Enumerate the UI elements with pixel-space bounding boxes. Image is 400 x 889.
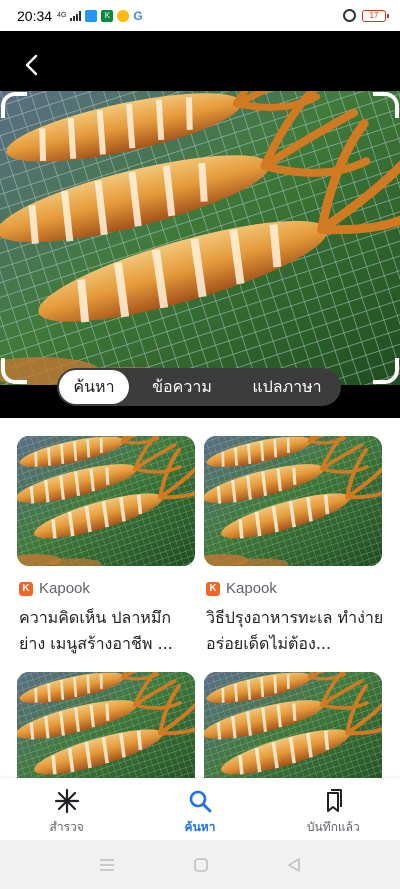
home-icon[interactable] (193, 857, 209, 873)
app-notification-icon (85, 9, 98, 22)
network-type: 4G (57, 12, 67, 19)
nav-label: บันทึกแล้ว (306, 820, 360, 834)
battery-icon: 17 (362, 9, 389, 22)
nav-label: ค้นหา (184, 820, 216, 834)
search-icon (189, 790, 212, 813)
menu-icon[interactable] (98, 858, 116, 872)
chrome-icon (117, 9, 130, 22)
nav-saved[interactable]: บันทึกแล้ว (267, 778, 400, 840)
status-time: 20:34 (17, 7, 53, 24)
back-button[interactable] (14, 47, 50, 83)
system-nav-bar (0, 840, 400, 889)
lens-mode-tabs: ค้นหา ข้อความ แปลภาษา (57, 368, 341, 406)
battery-level: 17 (369, 11, 379, 20)
result-thumbnail[interactable] (17, 672, 195, 778)
status-bar: 20:34 4G K G 17 (0, 0, 400, 31)
tab-text[interactable]: ข้อความ (129, 370, 235, 404)
kapook-logo-icon: K (206, 581, 220, 596)
signal-icon (70, 10, 82, 21)
source-name: Kapook (39, 580, 90, 597)
bookmarks-icon (327, 789, 343, 812)
results-grid: K Kapook ความคิดเห็น ปลาหมึกย่าง เมนูสร้… (0, 418, 400, 778)
result-title[interactable]: วิธีปรุงอาหารทะเล ทำง่ายอร่อยเด็ดไม่ต้อง… (206, 605, 384, 657)
result-card[interactable]: K Kapook ความคิดเห็น ปลาหมึกย่าง เมนูสร้… (17, 436, 197, 657)
result-card[interactable]: K Kapook วิธีปรุงอาหารทะเล ทำง่ายอร่อยเด… (204, 436, 384, 657)
crop-handle-top-left[interactable] (1, 92, 27, 118)
kapook-logo-icon: K (19, 581, 33, 596)
nav-search[interactable]: ค้นหา (133, 778, 266, 840)
result-source: K Kapook (206, 580, 384, 597)
result-thumbnail[interactable] (17, 436, 195, 566)
result-card[interactable] (204, 672, 384, 778)
asterisk-icon (54, 788, 79, 814)
crop-handle-bottom-left[interactable] (1, 358, 27, 384)
result-thumbnail[interactable] (204, 436, 382, 566)
alarm-icon (343, 9, 356, 22)
result-title[interactable]: ความคิดเห็น ปลาหมึกย่าง เมนูสร้างอาชีพ .… (19, 605, 197, 657)
nav-explore[interactable]: สำรวจ (0, 778, 133, 840)
status-icons: 4G K G (57, 9, 143, 23)
tab-translate[interactable]: แปลภาษา (235, 370, 339, 404)
source-name: Kapook (226, 580, 277, 597)
lens-image-area: ค้นหา ข้อความ แปลภาษา (0, 31, 400, 418)
bottom-nav: สำรวจ ค้นหา บันทึกแล้ว (0, 778, 400, 840)
result-source: K Kapook (19, 580, 197, 597)
status-right: 17 (343, 9, 389, 22)
result-thumbnail[interactable] (204, 672, 382, 778)
back-triangle-icon[interactable] (286, 857, 302, 873)
tab-search[interactable]: ค้นหา (59, 370, 129, 404)
chevron-left-icon (25, 54, 38, 76)
nav-label: สำรวจ (49, 820, 84, 834)
google-icon: G (133, 8, 143, 23)
kplus-icon: K (101, 9, 114, 22)
crop-handle-top-right[interactable] (373, 92, 399, 118)
result-card[interactable] (17, 672, 197, 778)
selected-photo[interactable] (0, 91, 400, 385)
